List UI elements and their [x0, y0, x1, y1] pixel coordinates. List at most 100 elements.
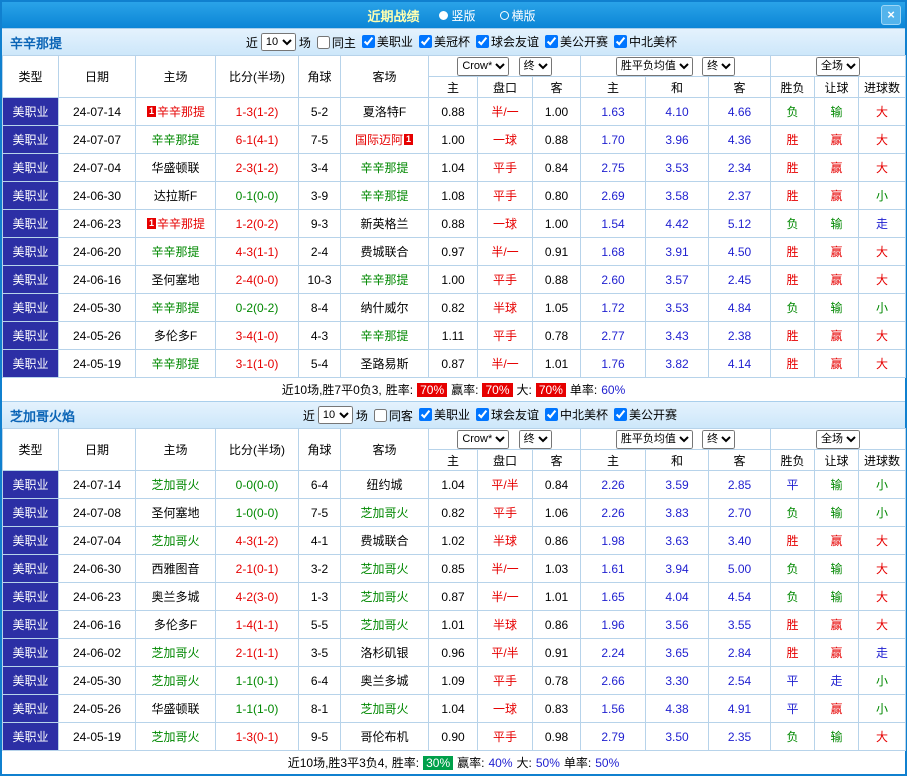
radio-vertical-layout[interactable]: 竖版 [439, 7, 475, 24]
league-filter[interactable]: 美职业 [419, 406, 470, 423]
league-filter[interactable]: 中北美杯 [545, 406, 608, 423]
col-header-score: 比分(半场) [216, 56, 299, 98]
away-team-cell[interactable]: 夏洛特F [341, 98, 429, 126]
home-team-cell[interactable]: 奥兰多城 [136, 583, 216, 611]
league-checkbox[interactable] [476, 408, 489, 421]
league-filter[interactable]: 美公开赛 [545, 33, 608, 50]
home-team-cell[interactable]: 圣何塞地 [136, 266, 216, 294]
away-team-cell[interactable]: 费城联合 [341, 527, 429, 555]
home-team-cell[interactable]: 圣何塞地 [136, 499, 216, 527]
league-checkbox[interactable] [419, 408, 432, 421]
league-filter[interactable]: 美职业 [362, 33, 413, 50]
goals-result-cell: 大 [859, 98, 906, 126]
avg-home-odds: 1.61 [581, 555, 646, 583]
home-team-cell[interactable]: 华盛顿联 [136, 154, 216, 182]
avg-home-odds: 1.65 [581, 583, 646, 611]
team-name-text: 辛辛那提 [151, 357, 199, 371]
odds-final-select[interactable]: 终 [519, 430, 552, 449]
away-team-cell[interactable]: 奥兰多城 [341, 667, 429, 695]
col-header-corner: 角球 [299, 429, 341, 471]
league-filter[interactable]: 球会友谊 [476, 406, 539, 423]
same-venue-checkbox[interactable] [317, 36, 330, 49]
corner-cell: 8-1 [299, 695, 341, 723]
match-count-select[interactable]: 10 [318, 406, 353, 424]
home-team-cell[interactable]: 多伦多F [136, 322, 216, 350]
match-row: 美职业24-07-14芝加哥火0-0(0-0)6-4纽约城1.04平/半0.84… [3, 471, 906, 499]
date-cell: 24-05-26 [59, 322, 136, 350]
summary-stat-label: 赢率: [451, 381, 478, 398]
away-team-cell[interactable]: 新英格兰 [341, 210, 429, 238]
home-team-cell[interactable]: 西雅图音 [136, 555, 216, 583]
avg-final-select[interactable]: 终 [702, 430, 735, 449]
avg-home-odds: 2.79 [581, 723, 646, 751]
scope-select[interactable]: 全场 [816, 430, 860, 449]
league-checkbox[interactable] [545, 35, 558, 48]
same-venue-filter[interactable]: 同主 [317, 34, 356, 51]
scope-select[interactable]: 全场 [816, 57, 860, 76]
league-checkbox[interactable] [614, 35, 627, 48]
asian-line: 平手 [478, 723, 533, 751]
league-filter[interactable]: 美冠杯 [419, 33, 470, 50]
away-team-cell[interactable]: 费城联合 [341, 238, 429, 266]
away-team-cell[interactable]: 芝加哥火 [341, 555, 429, 583]
away-team-cell[interactable]: 辛辛那提 [341, 154, 429, 182]
home-team-cell[interactable]: 达拉斯F [136, 182, 216, 210]
home-team-cell[interactable]: 辛辛那提 [136, 238, 216, 266]
home-team-cell[interactable]: 辛辛那提 [136, 294, 216, 322]
odds-source-select[interactable]: Crow* [457, 57, 509, 76]
match-row: 美职业24-06-30西雅图音2-1(0-1)3-2芝加哥火0.85半/一1.0… [3, 555, 906, 583]
same-venue-checkbox[interactable] [374, 409, 387, 422]
league-checkbox[interactable] [419, 35, 432, 48]
radio-horizontal-layout[interactable]: 横版 [500, 7, 536, 24]
home-team-cell[interactable]: 芝加哥火 [136, 639, 216, 667]
league-filter[interactable]: 美公开赛 [614, 406, 677, 423]
home-team-cell[interactable]: 芝加哥火 [136, 471, 216, 499]
away-team-cell[interactable]: 芝加哥火 [341, 499, 429, 527]
league-checkbox[interactable] [545, 408, 558, 421]
home-team-cell[interactable]: 1辛辛那提 [136, 210, 216, 238]
match-row: 美职业24-07-141辛辛那提1-3(1-2)5-2夏洛特F0.88半/一1.… [3, 98, 906, 126]
avg-home-odds: 1.96 [581, 611, 646, 639]
league-checkbox[interactable] [476, 35, 489, 48]
avg-odds-select[interactable]: 胜平负均值 [616, 430, 693, 449]
same-venue-filter[interactable]: 同客 [374, 407, 413, 424]
league-filter[interactable]: 球会友谊 [476, 33, 539, 50]
away-team-cell[interactable]: 芝加哥火 [341, 611, 429, 639]
away-team-cell[interactable]: 辛辛那提 [341, 182, 429, 210]
league-checkbox[interactable] [362, 35, 375, 48]
away-team-cell[interactable]: 圣路易斯 [341, 350, 429, 378]
team-section-header-1: 辛辛那提 近 10 场 同主 美职业美冠杯球会友谊美公开赛中北美杯 [2, 28, 905, 55]
close-icon[interactable]: × [881, 5, 901, 25]
home-team-cell[interactable]: 芝加哥火 [136, 667, 216, 695]
corner-cell: 10-3 [299, 266, 341, 294]
asian-home-odds: 1.00 [429, 126, 478, 154]
home-team-cell[interactable]: 华盛顿联 [136, 695, 216, 723]
odds-source-select[interactable]: Crow* [457, 430, 509, 449]
avg-odds-select[interactable]: 胜平负均值 [616, 57, 693, 76]
league-checkbox[interactable] [614, 408, 627, 421]
away-team-cell[interactable]: 国际迈阿1 [341, 126, 429, 154]
match-count-select[interactable]: 10 [261, 33, 296, 51]
home-team-cell[interactable]: 芝加哥火 [136, 527, 216, 555]
away-team-cell[interactable]: 纽约城 [341, 471, 429, 499]
score-cell: 1-2(0-2) [216, 210, 299, 238]
away-team-cell[interactable]: 辛辛那提 [341, 322, 429, 350]
home-team-cell[interactable]: 辛辛那提 [136, 350, 216, 378]
away-team-cell[interactable]: 洛杉矶银 [341, 639, 429, 667]
away-team-cell[interactable]: 哥伦布机 [341, 723, 429, 751]
away-team-cell[interactable]: 芝加哥火 [341, 695, 429, 723]
home-team-cell[interactable]: 1辛辛那提 [136, 98, 216, 126]
home-team-cell[interactable]: 多伦多F [136, 611, 216, 639]
avg-away-odds: 4.36 [709, 126, 771, 154]
asian-home-odds: 1.04 [429, 695, 478, 723]
avg-final-select[interactable]: 终 [702, 57, 735, 76]
league-filter[interactable]: 中北美杯 [614, 33, 677, 50]
result-cell: 负 [771, 583, 815, 611]
away-team-cell[interactable]: 芝加哥火 [341, 583, 429, 611]
away-team-cell[interactable]: 纳什威尔 [341, 294, 429, 322]
home-team-cell[interactable]: 芝加哥火 [136, 723, 216, 751]
away-team-cell[interactable]: 辛辛那提 [341, 266, 429, 294]
odds-final-select[interactable]: 终 [519, 57, 552, 76]
handicap-result-cell: 输 [815, 583, 859, 611]
home-team-cell[interactable]: 辛辛那提 [136, 126, 216, 154]
